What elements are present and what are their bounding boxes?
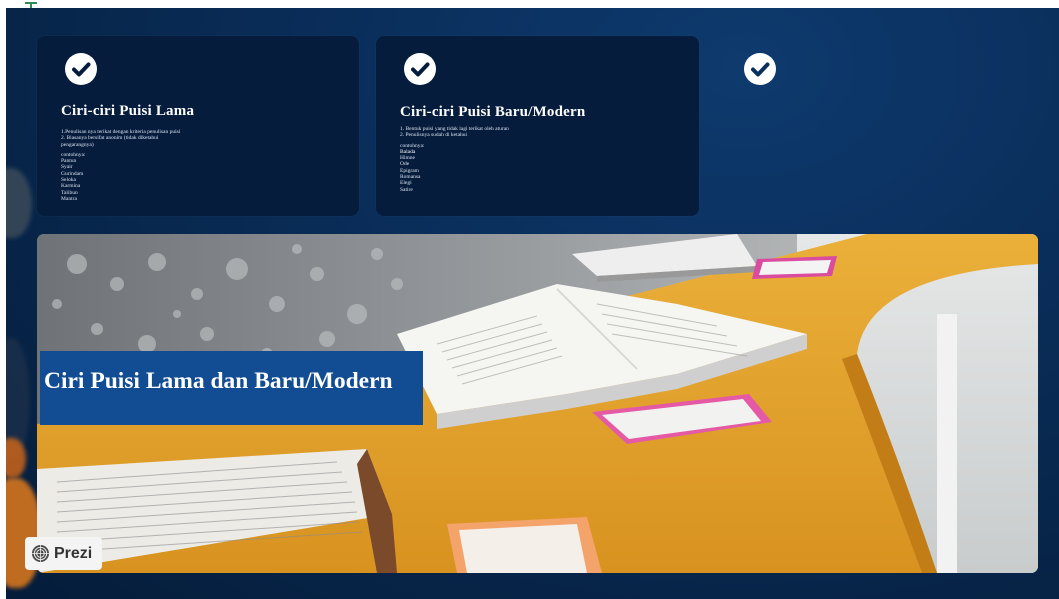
paint-splatter (6, 168, 32, 238)
presentation-canvas[interactable]: Ciri-ciri Puisi Lama 1.Penulisan nya ter… (6, 8, 1059, 599)
hero-image[interactable]: Ciri Puisi Lama dan Baru/Modern (37, 234, 1038, 573)
card-title: Ciri-ciri Puisi Baru/Modern (400, 104, 586, 120)
check-circle-icon[interactable] (744, 53, 776, 85)
prezi-label: Prezi (54, 544, 93, 562)
card-title: Ciri-ciri Puisi Lama (61, 103, 195, 119)
slide-title: Ciri Puisi Lama dan Baru/Modern (44, 368, 393, 394)
example-item: Satire (400, 186, 413, 193)
title-banner: Ciri Puisi Lama dan Baru/Modern (40, 351, 423, 425)
app-logo-icon (25, 2, 37, 8)
prezi-logo-icon (31, 544, 50, 563)
card-body: 1.Penulisan nya terikat dengan kriteria … (61, 129, 211, 202)
card-puisi-lama[interactable]: Ciri-ciri Puisi Lama 1.Penulisan nya ter… (37, 36, 359, 216)
check-circle-icon (404, 53, 436, 85)
card-puisi-baru[interactable]: Ciri-ciri Puisi Baru/Modern 1. Bentuk pu… (376, 36, 699, 216)
card-body: 1. Bentuk puisi yang tidak lagi terikat … (400, 126, 550, 193)
prezi-badge[interactable]: Prezi (25, 537, 102, 570)
check-circle-icon (65, 53, 97, 85)
example-item: Mantra (61, 195, 77, 202)
